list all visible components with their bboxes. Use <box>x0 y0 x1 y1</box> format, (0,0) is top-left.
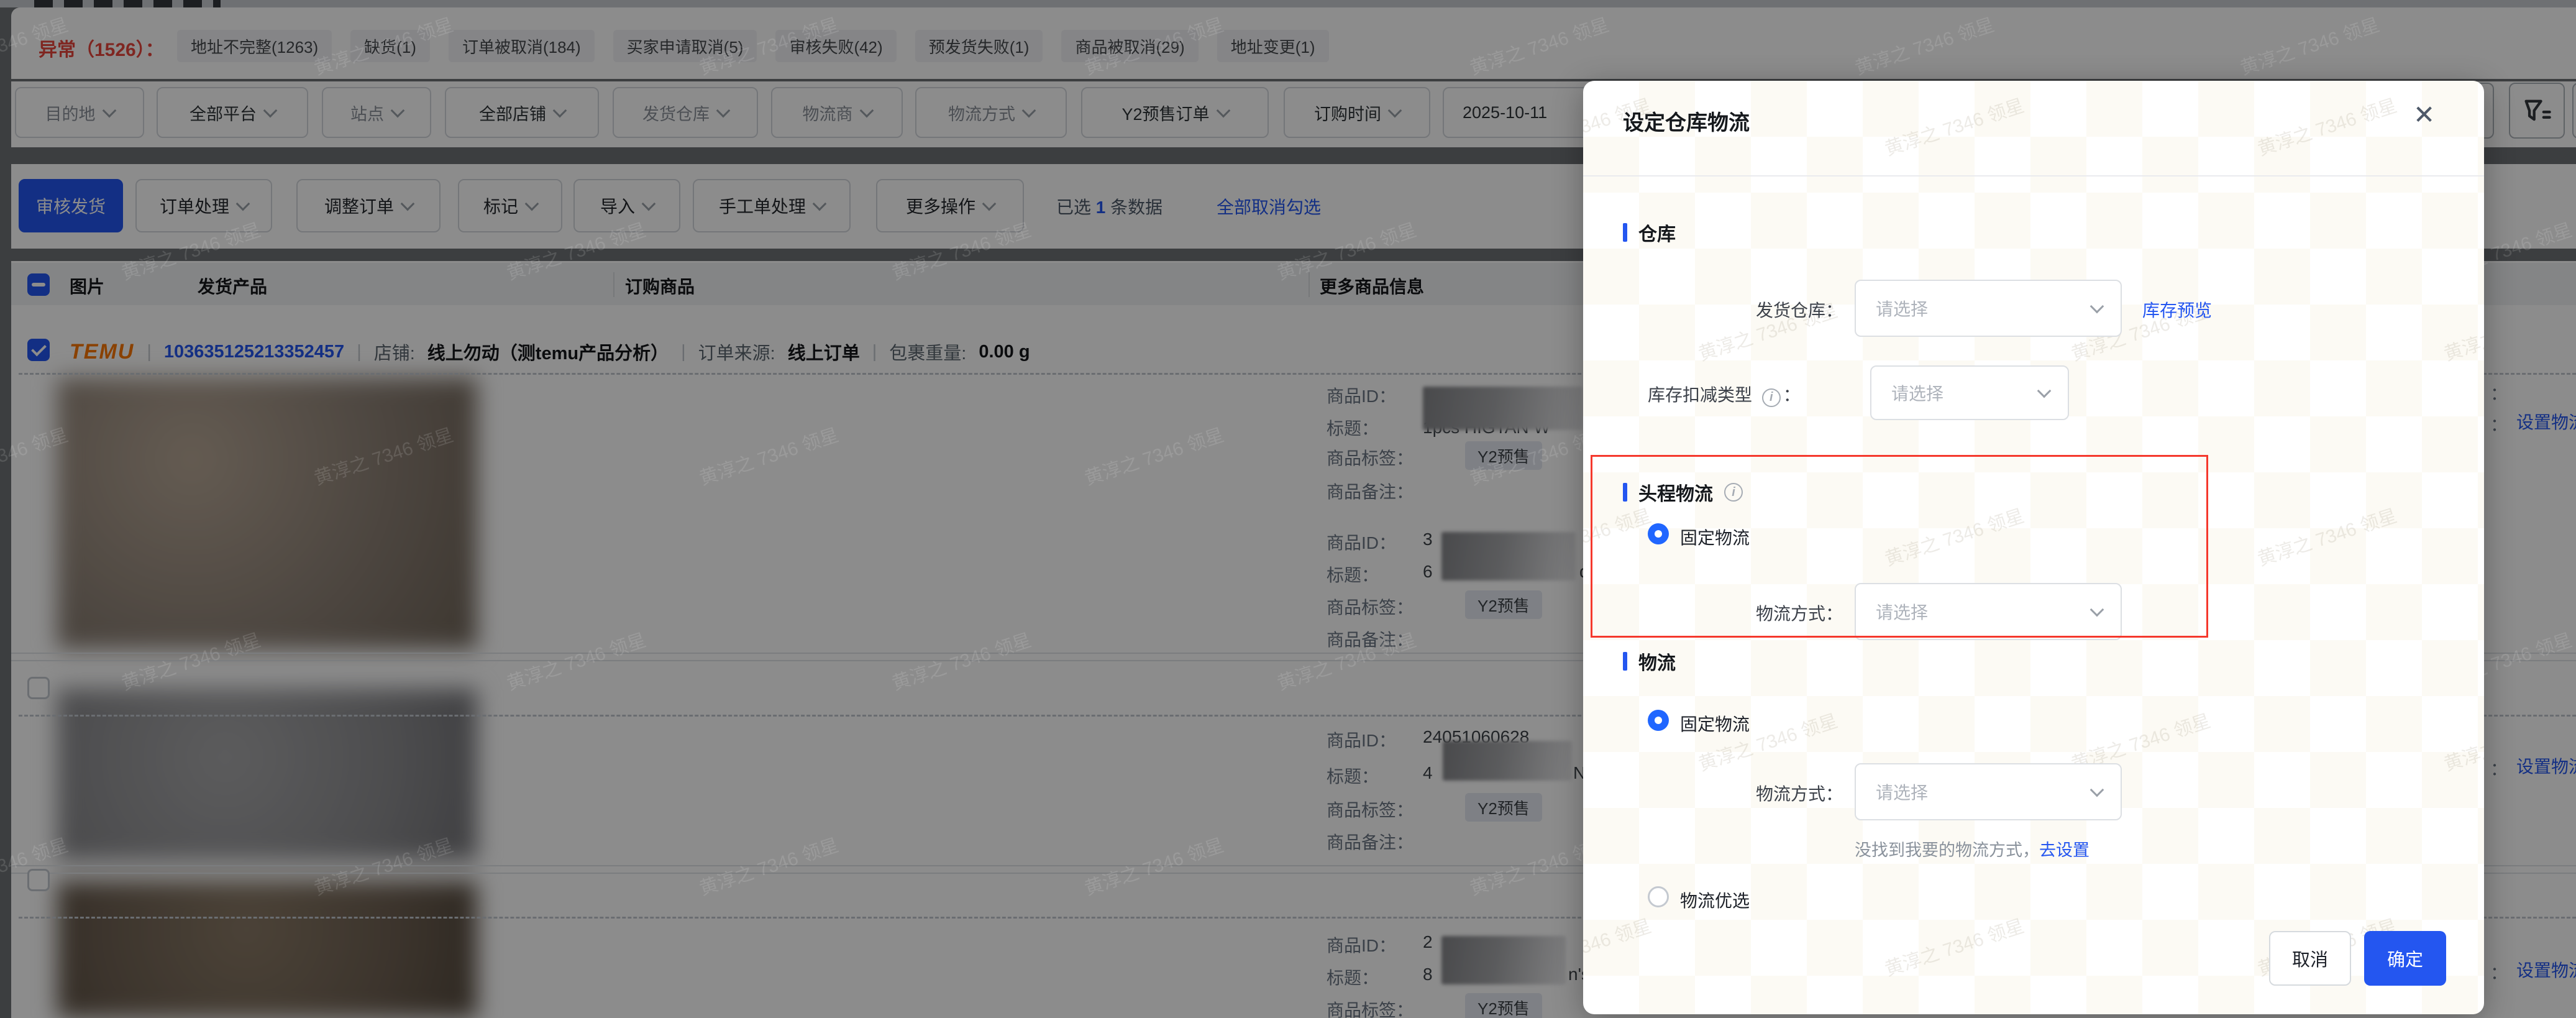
logistics-method-select[interactable]: 请选择 <box>1855 763 2122 820</box>
header-divider <box>1583 175 2484 177</box>
info-icon: i <box>1761 388 1781 407</box>
logistics-preferred-label: 物流优选 <box>1680 891 1750 910</box>
confirm-button[interactable]: 确定 <box>2364 931 2446 986</box>
stock-deduct-type-label: 库存扣减类型 i： <box>1648 382 1801 407</box>
method-not-found-text: 没找到我要的物流方式，去设置 <box>1855 841 2090 860</box>
first-leg-method-select[interactable]: 请选择 <box>1855 583 2122 640</box>
close-icon[interactable]: ✕ <box>2413 102 2435 128</box>
logistics-preferred-radio[interactable] <box>1648 886 1669 907</box>
section-warehouse: 仓库 <box>1623 219 1676 246</box>
first-leg-method-label: 物流方式： <box>1755 604 1843 623</box>
ship-warehouse-select[interactable]: 请选择 <box>1855 280 2122 337</box>
logistics-fixed-radio[interactable] <box>1648 710 1669 731</box>
ship-warehouse-label: 发货仓库： <box>1755 301 1843 320</box>
section-first-leg: 头程物流 i <box>1623 479 1743 506</box>
first-leg-fixed-radio[interactable] <box>1648 523 1669 544</box>
stock-deduct-type-select[interactable]: 请选择 <box>1870 365 2069 420</box>
info-icon: i <box>1724 483 1743 502</box>
first-leg-fixed-label: 固定物流 <box>1680 528 1750 548</box>
set-warehouse-logistics-dialog: 黄淳之 7346 领星黄淳之 7346 领星黄淳之 7346 领星黄淳之 734… <box>1583 81 2484 1014</box>
chevron-down-icon <box>2037 383 2052 398</box>
goto-settings-link[interactable]: 去设置 <box>2039 841 2090 860</box>
logistics-method-label: 物流方式： <box>1755 784 1843 804</box>
chevron-down-icon <box>2090 299 2104 314</box>
section-logistics: 物流 <box>1623 648 1676 675</box>
order-management-screen: 异常（1526）： 地址不完整(1263) 缺货(1) 订单被取消(184) 买… <box>0 0 2576 1018</box>
chevron-down-icon <box>2090 782 2104 797</box>
inventory-preview-link[interactable]: 库存预览 <box>2142 297 2212 322</box>
dialog-title: 设定仓库物流 <box>1623 111 1750 135</box>
cancel-button[interactable]: 取消 <box>2269 931 2351 986</box>
chevron-down-icon <box>2090 602 2104 617</box>
logistics-fixed-label: 固定物流 <box>1680 715 1750 734</box>
